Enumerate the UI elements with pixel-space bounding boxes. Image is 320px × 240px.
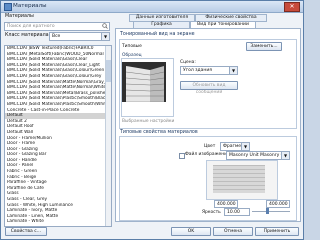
color-select[interactable]: Фрагмент ▼: [220, 142, 250, 151]
search-icon: [102, 23, 108, 29]
brightness-slider-track[interactable]: [252, 211, 290, 212]
class-select[interactable]: Все ▼: [49, 32, 110, 41]
texture-swatch: [213, 165, 265, 193]
materials-dialog: Материалы ✕ Материалы Поиск для кратного…: [0, 0, 304, 240]
materials-label: Материалы: [5, 14, 34, 19]
cancel-button[interactable]: Отмена: [213, 227, 253, 236]
texture-width-field[interactable]: 400.000: [214, 200, 238, 208]
list-scrollbar[interactable]: [105, 46, 111, 226]
search-input[interactable]: Поиск для кратного: [4, 22, 110, 31]
dialog-footer: Свойства с… OK Отмена Применить: [1, 223, 303, 239]
window-title: Материалы: [13, 3, 47, 9]
brightness-field[interactable]: 10.00: [224, 208, 250, 216]
scene-label: Сцена:: [180, 60, 196, 65]
brightness-value: 10.00: [227, 209, 240, 215]
change-appearance-button[interactable]: Заменить...: [246, 42, 282, 51]
render-section-title: Тонированный вид на экране: [120, 32, 195, 37]
brightness-slider-thumb[interactable]: [266, 208, 269, 214]
ok-button[interactable]: OK: [171, 227, 211, 236]
app-icon: [4, 3, 12, 11]
texture-width-value: 400.000: [217, 201, 236, 207]
class-value: Все: [52, 34, 61, 39]
list-item[interactable]: BMCCDAT]Solid Materials\Matte\Normal\Whi…: [5, 85, 111, 91]
close-button[interactable]: ✕: [284, 2, 300, 12]
class-label: Класс материала:: [5, 33, 51, 38]
materials-panel: Материалы Поиск для кратного Класс матер…: [3, 14, 112, 238]
image-file-value: Masonry Unit Masonry Gl: [229, 153, 286, 158]
chevron-down-icon: ▼: [229, 67, 237, 74]
scene-value: Угол здания: [183, 68, 213, 73]
search-placeholder: Поиск для кратного: [7, 24, 55, 29]
list-item[interactable]: BMCCDAT]Solid Materials\Glass\Colour\Gre…: [5, 74, 111, 80]
update-preview-button[interactable]: Обновить вид сообщений: [180, 81, 238, 95]
image-file-label: Файл изображения: [185, 152, 230, 157]
props-section-title: Типовые свойства материалов: [120, 130, 198, 135]
preview-swatch: [122, 62, 166, 102]
material-properties: Данные изготовителя Физические свойства …: [115, 14, 301, 222]
materials-list[interactable]: BMCCDAT]BSW Textured(Fabric)FABRIC0 BMCCD…: [4, 45, 112, 227]
scene-select[interactable]: Угол здания ▼: [180, 66, 238, 75]
duplicate-properties-button[interactable]: Свойства с…: [5, 227, 47, 236]
apply-button[interactable]: Применить: [255, 227, 299, 236]
title-bar: Материалы ✕: [1, 1, 303, 13]
texture-height-value: 400.000: [269, 201, 288, 207]
selected-settings-hint: Выбранные настройки: [122, 119, 175, 124]
image-file-select[interactable]: Masonry Unit Masonry Gl ▼: [226, 151, 290, 160]
material-preview: [122, 62, 166, 102]
chevron-down-icon: ▼: [281, 152, 289, 159]
texture-area: [206, 160, 278, 200]
list-item[interactable]: BMCCDAT]Solid Materials\Plastic\Smooth\W…: [5, 102, 111, 108]
chevron-down-icon: ▼: [101, 33, 109, 40]
brightness-label: Яркость: [202, 210, 221, 215]
texture-height-field[interactable]: 400.000: [266, 200, 290, 208]
scrollbar-thumb[interactable]: [106, 60, 111, 82]
color-label: Цвет: [204, 144, 216, 149]
render-type-label: Типовые: [122, 44, 142, 49]
chevron-down-icon: ▼: [241, 143, 249, 150]
tab-panel: Тонированный вид на экране Типовые Замен…: [115, 28, 301, 222]
